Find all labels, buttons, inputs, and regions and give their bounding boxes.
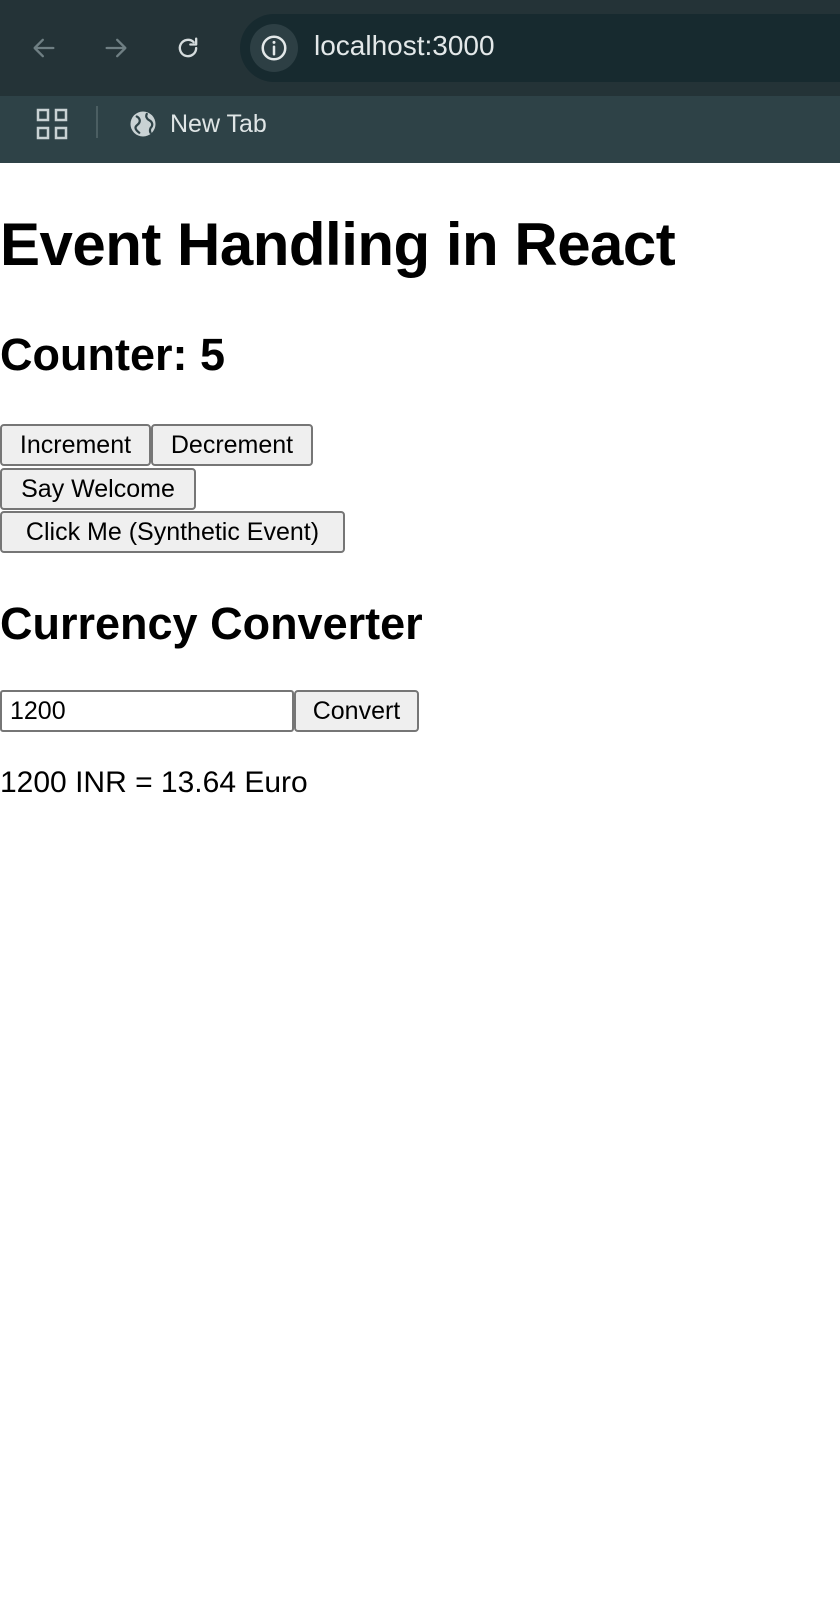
browser-chrome: localhost:3000 New Tab [0,0,840,163]
increment-button[interactable]: Increment [0,424,151,466]
currency-converter-heading: Currency Converter [0,598,423,649]
reload-button[interactable] [168,28,208,68]
arrow-left-icon [33,38,55,58]
page-title: Event Handling in React [0,211,676,278]
say-welcome-button[interactable]: Say Welcome [0,468,196,510]
bookmark-label: New Tab [170,109,267,138]
convert-button[interactable]: Convert [294,690,419,732]
site-info-button[interactable] [250,24,298,72]
apps-grid-icon[interactable] [36,108,68,140]
reload-icon [178,37,198,58]
counter-heading: Counter: 5 [0,329,225,380]
forward-button[interactable] [96,28,136,68]
url-text[interactable]: localhost:3000 [314,30,495,62]
address-bar[interactable]: localhost:3000 [240,14,840,82]
page-content: Event Handling in React Counter: 5 Incre… [0,163,840,1614]
info-icon [261,35,287,61]
back-button[interactable] [24,28,64,68]
bookmark-new-tab[interactable]: New Tab [128,104,267,144]
arrow-right-icon [105,38,127,58]
globe-icon [130,111,156,137]
amount-input[interactable] [0,690,294,732]
bookmarks-divider [96,106,98,138]
browser-toolbar: localhost:3000 [0,0,840,96]
synthetic-event-button[interactable]: Click Me (Synthetic Event) [0,511,345,553]
conversion-result: 1200 INR = 13.64 Euro [0,766,308,799]
bookmarks-bar: New Tab [0,96,840,163]
decrement-button[interactable]: Decrement [151,424,313,466]
